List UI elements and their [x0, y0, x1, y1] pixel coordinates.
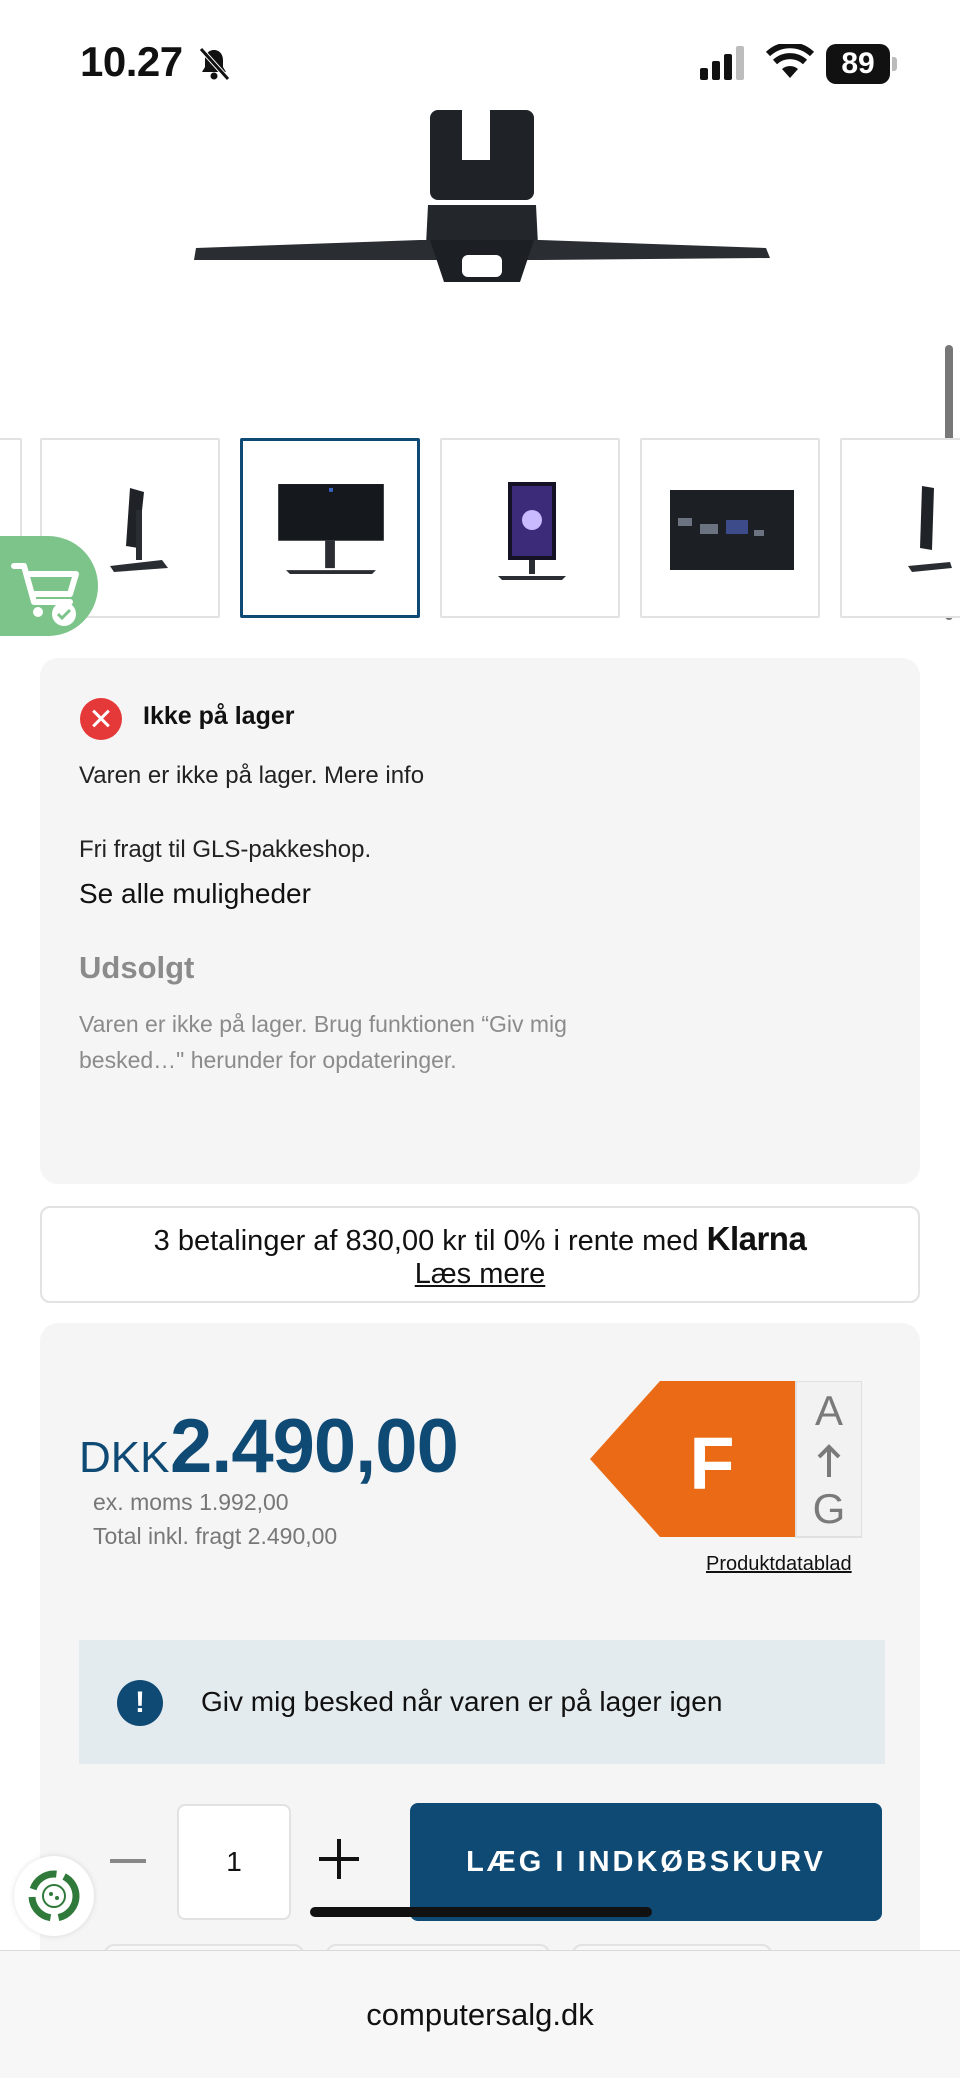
eco-recycle-badge[interactable]	[14, 1856, 94, 1936]
price-ex-vat: ex. moms 1.992,00	[93, 1489, 289, 1515]
price-total-incl-shipping: Total inkl. fragt 2.490,00	[93, 1523, 338, 1549]
stock-info-link[interactable]: Varen er ikke på lager. Mere info	[79, 762, 424, 790]
browser-bottom-bar: computersalg.dk	[0, 1950, 960, 2078]
home-indicator[interactable]	[310, 1907, 652, 1917]
energy-class-letter: F	[689, 1422, 734, 1505]
shipping-info: Fri fragt til GLS-pakkeshop.	[79, 836, 372, 863]
thumbnail-3[interactable]	[440, 438, 620, 618]
thumbnail-4[interactable]	[640, 438, 820, 618]
energy-scale-top: A	[815, 1387, 843, 1434]
see-all-options-link[interactable]: Se alle muligheder	[79, 878, 311, 910]
energy-scale-bottom: G	[813, 1485, 846, 1532]
browser-url[interactable]: computersalg.dk	[0, 1997, 960, 2033]
stock-status-card: Ikke på lager Varen er ikke på lager. Me…	[40, 658, 920, 1184]
notify-when-in-stock[interactable]: ! Giv mig besked når varen er på lager i…	[79, 1640, 885, 1764]
cellular-signal-icon	[700, 46, 744, 80]
product-main-image[interactable]	[0, 110, 960, 410]
thumbnail-5[interactable]	[840, 438, 960, 618]
quantity-decrease-button[interactable]	[110, 1859, 146, 1863]
recycle-icon	[28, 1870, 80, 1922]
energy-label[interactable]: F A G	[590, 1380, 863, 1539]
quantity-increase-button[interactable]	[319, 1839, 359, 1879]
out-of-stock-icon	[80, 698, 122, 740]
klarna-installment-text: 3 betalinger af 830,00 kr til 0% i rente…	[153, 1225, 699, 1257]
soldout-description: Varen er ikke på lager. Brug funktionen …	[79, 1011, 567, 1073]
quantity-input[interactable]: 1	[177, 1804, 291, 1920]
wifi-icon	[766, 44, 814, 78]
thumbnail-strip[interactable]	[0, 438, 960, 620]
floating-cart-button[interactable]	[0, 536, 98, 636]
stock-status-title: Ikke på lager	[143, 702, 295, 730]
klarna-logo: Klarna	[706, 1220, 807, 1257]
price-amount: 2.490,00	[170, 1404, 459, 1489]
status-time: 10.27	[80, 38, 183, 85]
klarna-text-line: 3 betalinger af 830,00 kr til 0% i rente…	[42, 1220, 918, 1258]
klarna-banner: 3 betalinger af 830,00 kr til 0% i rente…	[40, 1206, 920, 1303]
status-bar: 10.27 89	[0, 0, 960, 120]
klarna-read-more-link[interactable]: Læs mere	[42, 1258, 918, 1291]
thumbnail-2-active[interactable]	[240, 438, 420, 618]
price-currency: DKK	[79, 1433, 170, 1482]
battery-icon: 89	[826, 44, 897, 84]
exclamation-icon: !	[117, 1680, 163, 1726]
soldout-title: Udsolgt	[79, 950, 195, 985]
cart-check-icon	[11, 563, 79, 626]
bell-muted-icon	[199, 47, 230, 81]
battery-level: 89	[826, 44, 890, 84]
add-to-cart-button[interactable]: LÆG I INDKØBSKURV	[410, 1803, 882, 1921]
product-datasheet-link[interactable]: Produktdatablad	[706, 1553, 852, 1576]
notify-text: Giv mig besked når varen er på lager ige…	[201, 1686, 723, 1717]
